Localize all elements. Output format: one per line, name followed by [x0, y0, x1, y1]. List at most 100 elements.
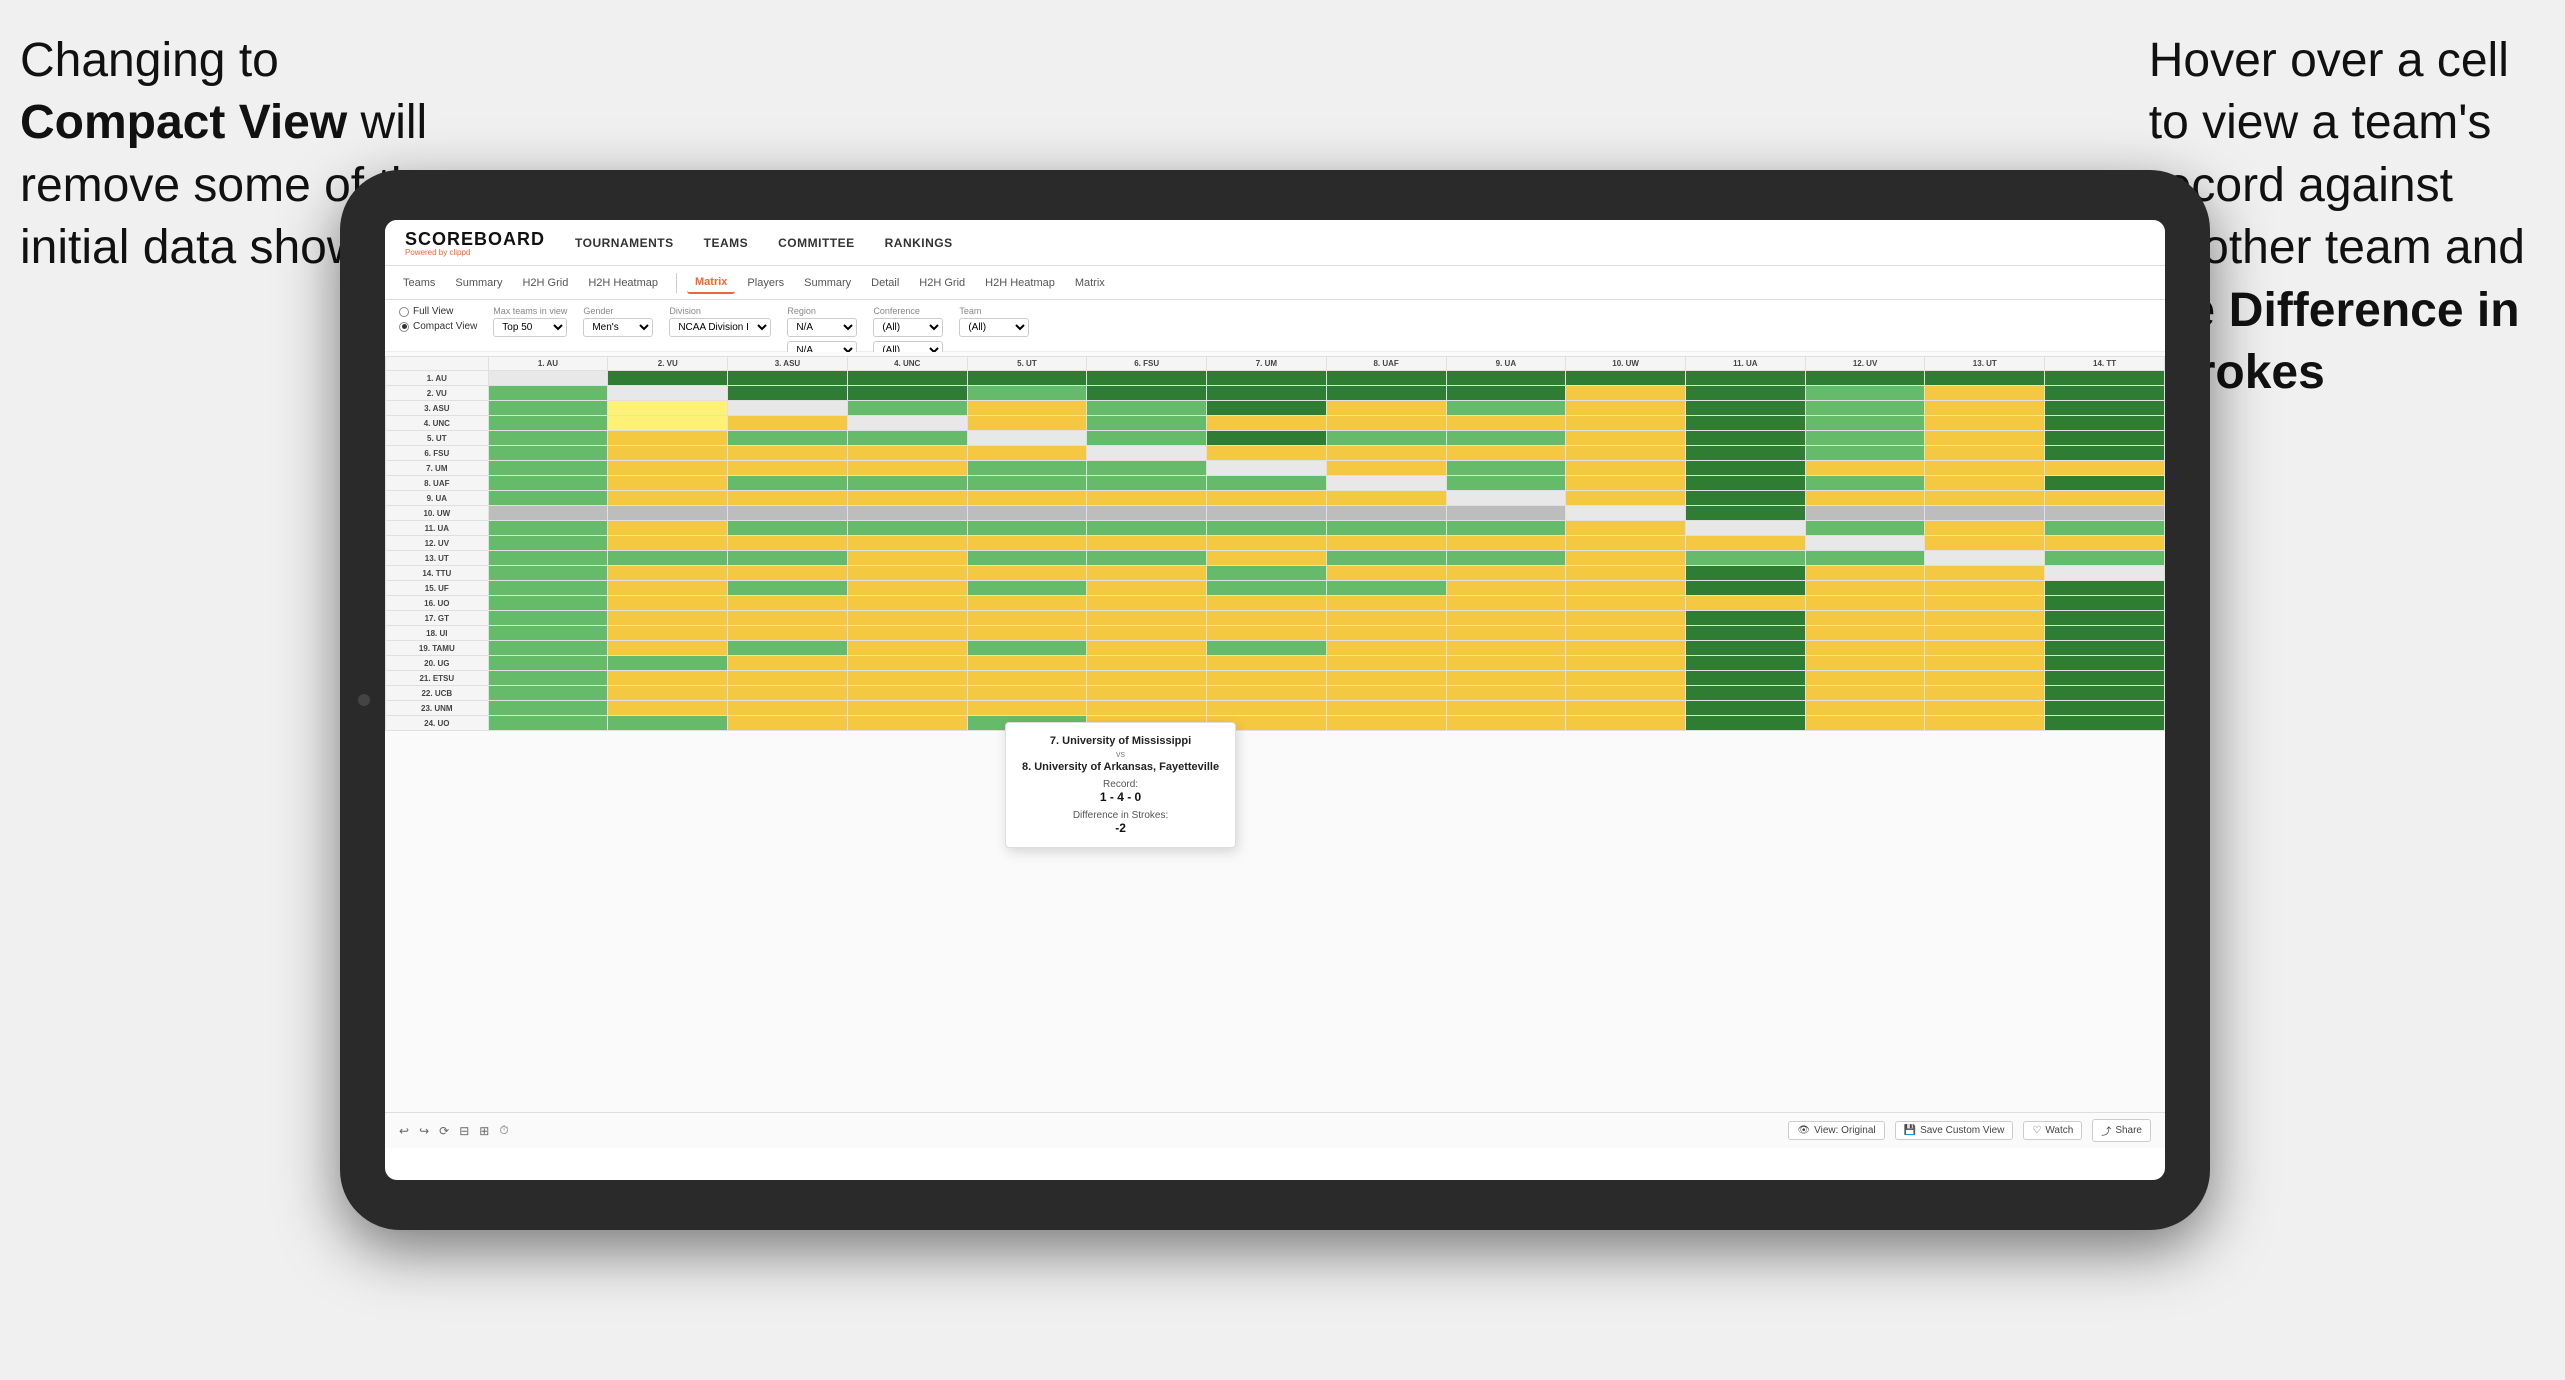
- matrix-cell[interactable]: [1446, 611, 1566, 626]
- matrix-cell[interactable]: [1446, 641, 1566, 656]
- matrix-cell[interactable]: [847, 401, 967, 416]
- matrix-cell[interactable]: [1207, 371, 1327, 386]
- matrix-cell[interactable]: [488, 701, 608, 716]
- matrix-cell[interactable]: [1087, 701, 1207, 716]
- matrix-cell[interactable]: [2045, 401, 2165, 416]
- matrix-cell[interactable]: [1685, 566, 1805, 581]
- matrix-cell[interactable]: [1446, 491, 1566, 506]
- matrix-cell[interactable]: [1566, 536, 1686, 551]
- matrix-cell[interactable]: [1685, 551, 1805, 566]
- matrix-cell[interactable]: [1446, 566, 1566, 581]
- matrix-cell[interactable]: [728, 656, 848, 671]
- matrix-cell[interactable]: [1326, 476, 1446, 491]
- nav-committee[interactable]: COMMITTEE: [778, 236, 855, 250]
- matrix-cell[interactable]: [847, 596, 967, 611]
- table-row[interactable]: 4. UNC: [386, 416, 2165, 431]
- matrix-cell[interactable]: [1925, 431, 2045, 446]
- matrix-cell[interactable]: [967, 401, 1087, 416]
- matrix-cell[interactable]: [1805, 401, 1925, 416]
- matrix-cell[interactable]: [967, 626, 1087, 641]
- matrix-cell[interactable]: [1207, 506, 1327, 521]
- matrix-cell[interactable]: [1566, 401, 1686, 416]
- save-custom-btn[interactable]: 💾 Save Custom View: [1895, 1121, 2014, 1140]
- matrix-cell[interactable]: [967, 521, 1087, 536]
- matrix-cell[interactable]: [1446, 701, 1566, 716]
- matrix-cell[interactable]: [1805, 551, 1925, 566]
- matrix-cell[interactable]: [1326, 626, 1446, 641]
- matrix-cell[interactable]: [608, 446, 728, 461]
- matrix-cell[interactable]: [488, 581, 608, 596]
- tab-players[interactable]: Players: [739, 273, 792, 293]
- matrix-cell[interactable]: [1087, 641, 1207, 656]
- matrix-cell[interactable]: [1446, 626, 1566, 641]
- matrix-cell[interactable]: [1087, 371, 1207, 386]
- matrix-cell[interactable]: [1326, 431, 1446, 446]
- matrix-cell[interactable]: [488, 446, 608, 461]
- matrix-cell[interactable]: [488, 371, 608, 386]
- matrix-cell[interactable]: [728, 536, 848, 551]
- compact-view-option[interactable]: Compact View: [399, 321, 477, 332]
- matrix-cell[interactable]: [1805, 461, 1925, 476]
- matrix-cell[interactable]: [728, 476, 848, 491]
- matrix-cell[interactable]: [1326, 641, 1446, 656]
- matrix-cell[interactable]: [488, 671, 608, 686]
- table-row[interactable]: 23. UNM: [386, 701, 2165, 716]
- matrix-cell[interactable]: [1087, 626, 1207, 641]
- tab-h2h-grid-right[interactable]: H2H Grid: [911, 273, 973, 293]
- matrix-cell[interactable]: [967, 371, 1087, 386]
- matrix-cell[interactable]: [1805, 701, 1925, 716]
- table-row[interactable]: 8. UAF: [386, 476, 2165, 491]
- matrix-cell[interactable]: [1326, 701, 1446, 716]
- matrix-cell[interactable]: [967, 611, 1087, 626]
- matrix-cell[interactable]: [1087, 476, 1207, 491]
- matrix-cell[interactable]: [728, 581, 848, 596]
- nav-rankings[interactable]: RANKINGS: [885, 236, 953, 250]
- matrix-cell[interactable]: [1207, 476, 1327, 491]
- matrix-cell[interactable]: [2045, 626, 2165, 641]
- matrix-cell[interactable]: [1685, 641, 1805, 656]
- table-row[interactable]: 12. UV: [386, 536, 2165, 551]
- matrix-cell[interactable]: [1326, 386, 1446, 401]
- tab-h2h-heatmap-right[interactable]: H2H Heatmap: [977, 273, 1063, 293]
- matrix-cell[interactable]: [1566, 686, 1686, 701]
- matrix-cell[interactable]: [1805, 506, 1925, 521]
- matrix-cell[interactable]: [1207, 551, 1327, 566]
- matrix-cell[interactable]: [1685, 686, 1805, 701]
- matrix-cell[interactable]: [1446, 401, 1566, 416]
- matrix-cell[interactable]: [1207, 701, 1327, 716]
- tab-detail[interactable]: Detail: [863, 273, 907, 293]
- matrix-cell[interactable]: [488, 521, 608, 536]
- matrix-cell[interactable]: [1446, 596, 1566, 611]
- matrix-cell[interactable]: [1925, 401, 2045, 416]
- matrix-cell[interactable]: [728, 566, 848, 581]
- matrix-cell[interactable]: [1685, 536, 1805, 551]
- matrix-cell[interactable]: [1087, 656, 1207, 671]
- matrix-cell[interactable]: [1446, 536, 1566, 551]
- matrix-cell[interactable]: [1087, 521, 1207, 536]
- matrix-cell[interactable]: [1446, 686, 1566, 701]
- tab-summary-left[interactable]: Summary: [447, 273, 510, 293]
- matrix-cell[interactable]: [2045, 446, 2165, 461]
- matrix-cell[interactable]: [1326, 716, 1446, 731]
- matrix-cell[interactable]: [608, 491, 728, 506]
- matrix-cell[interactable]: [967, 596, 1087, 611]
- matrix-cell[interactable]: [2045, 566, 2165, 581]
- matrix-cell[interactable]: [608, 506, 728, 521]
- matrix-cell[interactable]: [1805, 686, 1925, 701]
- matrix-cell[interactable]: [847, 551, 967, 566]
- matrix-cell[interactable]: [1446, 446, 1566, 461]
- matrix-cell[interactable]: [1207, 581, 1327, 596]
- matrix-cell[interactable]: [847, 641, 967, 656]
- matrix-cell[interactable]: [967, 551, 1087, 566]
- matrix-cell[interactable]: [1566, 641, 1686, 656]
- matrix-cell[interactable]: [1566, 701, 1686, 716]
- matrix-cell[interactable]: [1326, 416, 1446, 431]
- matrix-cell[interactable]: [967, 386, 1087, 401]
- matrix-cell[interactable]: [1925, 656, 2045, 671]
- matrix-cell[interactable]: [967, 416, 1087, 431]
- matrix-cell[interactable]: [608, 701, 728, 716]
- matrix-cell[interactable]: [1087, 581, 1207, 596]
- matrix-cell[interactable]: [2045, 581, 2165, 596]
- matrix-cell[interactable]: [608, 371, 728, 386]
- refresh-icon[interactable]: ⟳: [439, 1124, 449, 1138]
